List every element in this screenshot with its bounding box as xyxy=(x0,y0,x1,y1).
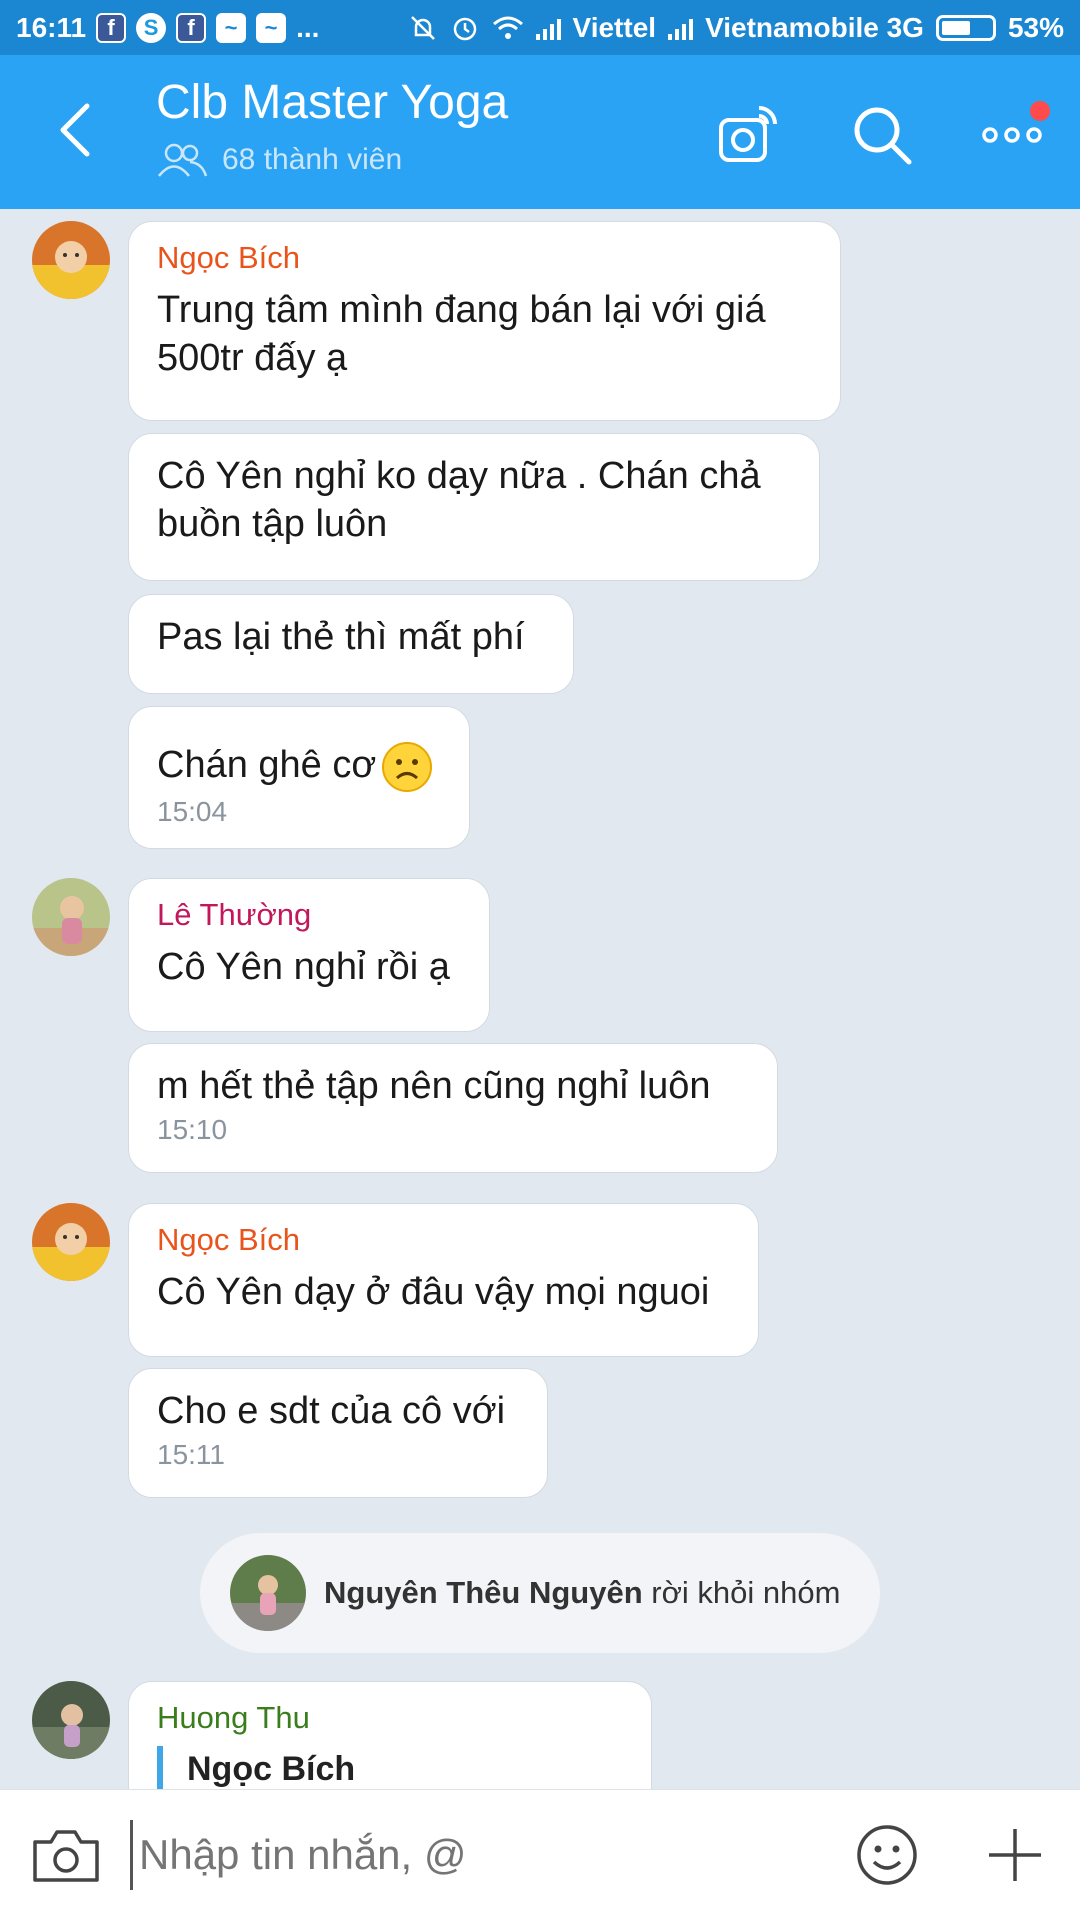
camera-button[interactable] xyxy=(30,1820,102,1892)
status-time: 16:11 xyxy=(16,11,87,43)
system-message: Nguyên Thêu Nguyên rời khỏi nhóm xyxy=(200,1533,880,1653)
message-input[interactable] xyxy=(130,1820,810,1890)
smiley-icon xyxy=(857,1825,917,1885)
more-options-button[interactable] xyxy=(972,95,1052,175)
message-text-content: Chán ghê cơ xyxy=(157,744,377,786)
message-text: Chán ghê cơ xyxy=(157,741,441,792)
signal-icon xyxy=(535,16,561,40)
system-user-name: Nguyên Thêu Nguyên xyxy=(324,1575,643,1610)
skype-notification-icon: S xyxy=(136,12,167,43)
member-count[interactable]: 68 thành viên xyxy=(156,143,402,177)
camera-wave-icon xyxy=(719,106,777,162)
message-bubble[interactable]: Huong Thu Ngọc Bích xyxy=(128,1681,652,1789)
system-action: rời khỏi nhóm xyxy=(642,1575,841,1610)
quote-bar xyxy=(157,1746,163,1789)
message-bubble[interactable]: Chán ghê cơ 15:04 xyxy=(128,706,470,849)
back-button[interactable] xyxy=(40,95,110,165)
signal-icon xyxy=(668,16,694,40)
battery-percent: 53% xyxy=(1007,11,1064,43)
message-bubble[interactable]: Ngọc Bích Trung tâm mình đang bán lại vớ… xyxy=(128,221,841,421)
message-text: 500tr đấy ạ xyxy=(157,337,348,379)
message-bubble[interactable]: Ngọc Bích Cô Yên dạy ở đâu vậy mọi nguoi xyxy=(128,1203,759,1357)
sad-face-emoji-icon xyxy=(382,741,433,792)
message-bubble[interactable]: Lê Thường Cô Yên nghỉ rồi ạ xyxy=(128,878,490,1032)
group-title[interactable]: Clb Master Yoga xyxy=(156,75,508,130)
avatar-huong-thu[interactable] xyxy=(32,1681,110,1759)
message-text: Cô Yên dạy ở đâu vậy mọi nguoi xyxy=(157,1271,710,1313)
chevron-left-icon xyxy=(60,103,90,157)
avatar-le-thuong[interactable] xyxy=(32,878,110,956)
status-bar: 16:11 f S f ~ ~ ... Viettel Vietnamobile… xyxy=(0,0,1080,55)
avatar-nguyen-theu-nguyen[interactable] xyxy=(230,1555,306,1631)
video-call-button[interactable] xyxy=(708,95,788,175)
carrier-name-2: Vietnamobile 3G xyxy=(705,11,924,43)
messenger-notification-icon: ~ xyxy=(216,12,247,43)
alarm-icon xyxy=(453,17,476,40)
member-count-label: 68 thành viên xyxy=(222,143,403,176)
sender-name: Huong Thu xyxy=(157,1700,310,1735)
facebook-notification-icon: f xyxy=(96,12,127,43)
emoji-button[interactable] xyxy=(850,1818,924,1892)
camera-icon xyxy=(33,1830,99,1882)
message-bubble[interactable]: m hết thẻ tập nên cũng nghỉ luôn 15:10 xyxy=(128,1043,778,1173)
message-bubble[interactable]: Cho e sdt của cô với 15:11 xyxy=(128,1368,548,1498)
wifi-icon xyxy=(492,16,523,39)
message-text: Cho e sdt của cô với xyxy=(157,1390,506,1432)
notification-dot xyxy=(1030,101,1050,121)
plus-icon xyxy=(989,1829,1041,1881)
message-bubble[interactable]: Pas lại thẻ thì mất phí xyxy=(128,594,574,694)
message-text: Cô Yên nghỉ ko dạy nữa . Chán chả xyxy=(157,455,761,497)
message-list[interactable]: Ngọc Bích Trung tâm mình đang bán lại vớ… xyxy=(0,209,1080,1789)
system-message-text: Nguyên Thêu Nguyên rời khỏi nhóm xyxy=(324,1575,840,1611)
members-icon xyxy=(158,143,208,177)
message-time: 15:04 xyxy=(157,795,228,827)
sender-name: Ngọc Bích xyxy=(157,1222,301,1257)
avatar-ngoc-bich[interactable] xyxy=(32,1203,110,1281)
vibrate-mute-icon xyxy=(410,15,435,40)
message-text: m hết thẻ tập nên cũng nghỉ luôn xyxy=(157,1065,711,1107)
search-button[interactable] xyxy=(842,95,922,175)
message-text: Trung tâm mình đang bán lại với giá xyxy=(157,289,766,331)
battery-icon xyxy=(935,14,996,41)
sender-name: Ngọc Bích xyxy=(157,240,301,275)
message-text: Pas lại thẻ thì mất phí xyxy=(157,616,525,658)
more-horizontal-icon xyxy=(982,127,1042,143)
quoted-sender-name: Ngọc Bích xyxy=(187,1749,356,1788)
message-bubble[interactable]: Cô Yên nghỉ ko dạy nữa . Chán chả buồn t… xyxy=(128,433,820,581)
sender-name: Lê Thường xyxy=(157,897,312,932)
message-input-bar xyxy=(0,1789,1080,1920)
search-icon xyxy=(854,107,912,165)
message-time: 15:11 xyxy=(157,1439,225,1470)
facebook-notification-icon: f xyxy=(176,12,207,43)
messenger-notification-icon: ~ xyxy=(256,12,287,43)
chat-header: Clb Master Yoga 68 thành viên xyxy=(0,55,1080,209)
avatar-ngoc-bich[interactable] xyxy=(32,221,110,299)
message-text: Cô Yên nghỉ rồi ạ xyxy=(157,946,450,988)
carrier-name-1: Viettel xyxy=(572,11,657,43)
message-time: 15:10 xyxy=(157,1114,228,1145)
quoted-message[interactable]: Ngọc Bích xyxy=(157,1746,623,1789)
add-attachment-button[interactable] xyxy=(978,1818,1052,1892)
more-notifications-icon: ... xyxy=(296,11,320,43)
message-text: buồn tập luôn xyxy=(157,503,388,545)
